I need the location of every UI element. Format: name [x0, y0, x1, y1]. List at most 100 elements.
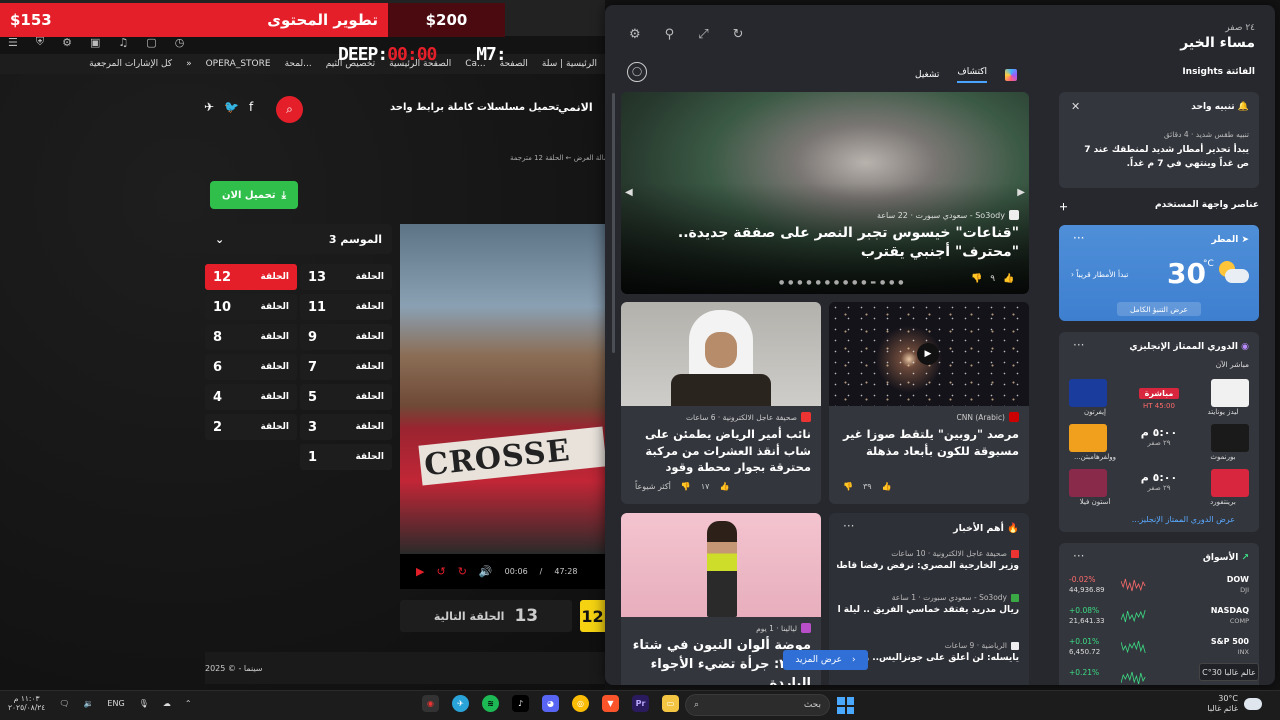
bookmark-item[interactable]: الرئيسية | سلة	[542, 59, 597, 69]
refresh-icon[interactable]: ↻	[733, 27, 744, 42]
download-all-link[interactable]: تحميل مسلسلات كاملة برابط واحد	[390, 102, 559, 113]
dislike-icon[interactable]: 👎	[681, 482, 691, 491]
episode-item[interactable]: 10 الحلقة	[205, 294, 297, 320]
settings-icon[interactable]: ⚙	[629, 27, 641, 42]
facebook-icon[interactable]: f	[249, 100, 253, 114]
history-icon[interactable]: ◷	[175, 36, 185, 49]
start-button[interactable]	[837, 697, 854, 714]
episode-item[interactable]: 1 الحلقة	[300, 444, 392, 470]
pin-icon[interactable]: ⚲	[665, 27, 675, 42]
match-row[interactable]: برينتفورد أستون فيلا ٥:٠٠ م ٢٩ صفر	[1069, 469, 1249, 507]
menu-icon[interactable]: ☰	[8, 36, 18, 49]
notification-icon[interactable]: 🗨	[59, 699, 69, 708]
episode-item[interactable]: 3 الحلقة	[300, 414, 392, 440]
site-search-button[interactable]: ⌕	[276, 96, 303, 123]
chevron-up-icon[interactable]: ⌃	[185, 699, 192, 708]
more-icon[interactable]: ···	[1073, 549, 1084, 563]
brave-icon[interactable]: ▼	[602, 695, 619, 712]
premiere-icon[interactable]: Pr	[632, 695, 649, 712]
match-row[interactable]: بورنموث وولفرهامبتن... ٥:٠٠ م ٢٩ صفر	[1069, 424, 1249, 462]
like-icon[interactable]: 👍	[1003, 274, 1014, 284]
volume-icon[interactable]: 🔊	[479, 565, 493, 578]
like-icon[interactable]: 👍	[882, 482, 892, 491]
scrollbar[interactable]	[612, 93, 615, 353]
market-row[interactable]: +0.01% 6,450.72 S&P 500 INX	[1069, 637, 1249, 661]
play-icon[interactable]: ▶	[416, 565, 424, 578]
chrome-icon[interactable]: ◎	[572, 695, 589, 712]
dislike-icon[interactable]: 👎	[971, 274, 982, 284]
spotify-icon[interactable]: ≋	[482, 695, 499, 712]
carousel-dots[interactable]: ● ● ● ● ● ● ● ● ● ● ▬ ● ● ●	[779, 279, 905, 286]
download-now-button[interactable]: تحميل الان ⤓	[210, 181, 298, 209]
insights-label[interactable]: Insights الفائتة	[1182, 67, 1255, 77]
match-row[interactable]: ليدز يونايتد إيفرتون مباشرة HT 45:00	[1069, 379, 1249, 417]
more-icon[interactable]: ···	[1073, 231, 1084, 245]
twitter-icon[interactable]: 🐦	[224, 100, 239, 114]
weather-alert-card[interactable]: ✕ 🔔 تنبيه واحد تنبيه طقس شديد · 4 دقائق …	[1059, 92, 1259, 188]
app-icon-recorder[interactable]: ◉	[422, 695, 439, 712]
card-title[interactable]: نائب أمير الرياض يطمئن على شاب أنقذ العش…	[629, 426, 811, 476]
episode-item[interactable]: 4 الحلقة	[205, 384, 297, 410]
episode-item[interactable]: 12 الحلقة	[205, 264, 297, 290]
episode-item[interactable]: 9 الحلقة	[300, 324, 392, 350]
settings-icon[interactable]: ⚙	[62, 36, 72, 49]
market-row[interactable]: +0.08% 21,641.33 NASDAQ COMP	[1069, 606, 1249, 630]
next-episode-button[interactable]: الحلقة التالية 13	[400, 600, 572, 632]
top-news-item[interactable]: صحيفة عاجل الالكترونية · 10 ساعات وزير ا…	[837, 549, 1019, 573]
episode-item[interactable]: 2 الحلقة	[205, 414, 297, 440]
nav-anime[interactable]: الانمي	[558, 101, 593, 114]
like-icon[interactable]: 👍	[719, 482, 729, 491]
taskbar-search[interactable]: بحث ⌕	[685, 694, 830, 716]
news-card-prince[interactable]: صحيفة عاجل الالكترونية · 6 ساعات نائب أم…	[621, 302, 821, 504]
lang-indicator[interactable]: ENG	[107, 699, 124, 708]
episode-item[interactable]: 6 الحلقة	[205, 354, 297, 380]
rewind-icon[interactable]: ↺	[436, 565, 445, 578]
telegram-icon[interactable]: ✈	[204, 100, 214, 114]
full-forecast-button[interactable]: عرض التنبؤ الكامل	[1117, 302, 1201, 316]
episode-item[interactable]: 7 الحلقة	[300, 354, 392, 380]
window-icon[interactable]: ▢	[146, 36, 156, 49]
play-icon[interactable]: ▶	[917, 343, 939, 365]
shield-icon[interactable]: ⛨	[36, 35, 44, 49]
breadcrumb[interactable]: مالة العرض ← الحلقة 12 مترجمة	[510, 154, 608, 162]
weather-widget[interactable]: ··· ➤ المطر 30 °C تبدأ الأمطار قريباً ‹ …	[1059, 225, 1259, 321]
tab-discover[interactable]: اكتشاف	[957, 67, 988, 83]
top-news-item[interactable]: So3ody - سعودي سبورت · 1 ساعة ريال مدريد…	[837, 593, 1019, 617]
tiktok-icon[interactable]: ♪	[512, 695, 529, 712]
chevron-right-icon[interactable]: ▶	[1017, 187, 1025, 198]
season-selector[interactable]: ⌄ الموسم 3	[205, 224, 392, 254]
news-card-galaxy[interactable]: ▶ CNN (Arabic) مرصد "روبين" يلتقط صوزا غ…	[829, 302, 1029, 504]
folder-icon[interactable]: ▭	[662, 695, 679, 712]
user-avatar-icon[interactable]: ◯	[627, 62, 647, 82]
music-icon[interactable]: ♫	[118, 36, 128, 49]
dislike-icon[interactable]: 👎	[843, 482, 853, 491]
market-row[interactable]: -0.02% 44,936.89 DOW DJI	[1069, 575, 1249, 599]
episode-item[interactable]: 11 الحلقة	[300, 294, 392, 320]
taskbar-weather[interactable]: 30°C غائم غالبا	[1207, 694, 1262, 713]
hero-title[interactable]: "قناعات" خيسوس تجبر النصر على صفقة جديدة…	[639, 224, 1019, 262]
close-icon[interactable]: ✕	[1071, 100, 1080, 113]
volume-icon[interactable]: 🔉	[83, 699, 93, 708]
cloud-sync-icon[interactable]: ☁	[163, 699, 171, 708]
expand-icon[interactable]: ⤢	[698, 27, 708, 42]
card-title[interactable]: مرصد "روبين" يلتقط صوزا غير مسبوقة للكون…	[837, 426, 1019, 459]
video-player[interactable]: CROSSE ▶ ↺ ↻ 🔊 00:06 / 47:28	[400, 224, 607, 589]
forward-icon[interactable]: ↻	[458, 565, 467, 578]
bookmark-icon[interactable]: ▣	[90, 36, 100, 49]
clock[interactable]: ١١:٠٣ م ٢٠٢٥/٠٨/٢٤	[8, 694, 45, 713]
all-bookmarks-link[interactable]: كل الإشارات المرجعية	[89, 59, 172, 69]
more-icon[interactable]: ···	[1073, 338, 1084, 352]
league-widget[interactable]: ··· ◉ الدوري الممتاز الإنجليزي مباشر الآ…	[1059, 332, 1259, 532]
episode-item[interactable]: 13 الحلقة	[300, 264, 392, 290]
more-icon[interactable]: ···	[843, 519, 854, 533]
tab-play[interactable]: تشغيل	[915, 70, 939, 80]
telegram-icon[interactable]: ✈	[452, 695, 469, 712]
bookmark-item[interactable]: OPERA_STORE	[206, 59, 271, 69]
bookmark-item[interactable]: لمحة...	[285, 59, 312, 69]
discord-icon[interactable]: ◕	[542, 695, 559, 712]
see-more-button[interactable]: عرض المزيد ›	[783, 650, 868, 670]
episode-item[interactable]: 5 الحلقة	[300, 384, 392, 410]
episode-item[interactable]: 8 الحلقة	[205, 324, 297, 350]
add-icon[interactable]: ＋	[1059, 200, 1068, 213]
chevron-left-icon[interactable]: ◀	[625, 187, 633, 198]
